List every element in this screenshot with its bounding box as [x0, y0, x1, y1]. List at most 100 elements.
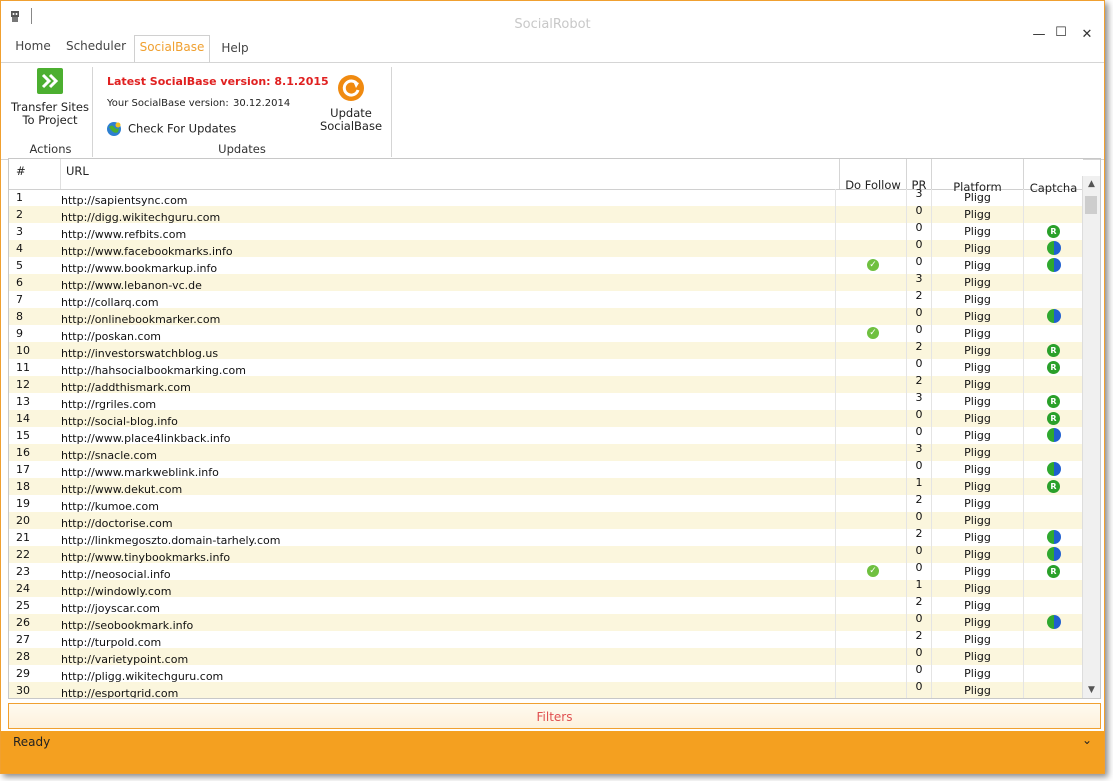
captcha-solver-icon [1046, 530, 1061, 544]
scroll-down-arrow[interactable]: ▼ [1083, 682, 1100, 698]
forward-icon [37, 68, 63, 94]
row-number: 22 [16, 548, 30, 561]
row-url-text: http://esportgrid.com [61, 687, 179, 699]
header-platform[interactable]: Platform [932, 159, 1024, 194]
vertical-scrollbar[interactable]: ▲ ▼ [1082, 176, 1100, 698]
row-url[interactable]: http://digg.wikitechguru.com [61, 206, 836, 224]
row-url[interactable]: http://snacle.com [61, 444, 836, 462]
row-url[interactable]: http://linkmegoszto.domain-tarhely.com [61, 529, 836, 547]
row-number: 21 [16, 531, 30, 544]
row-do-follow [840, 308, 907, 325]
row-url[interactable]: http://doctorise.com [61, 512, 836, 530]
row-number: 11 [16, 361, 30, 374]
row-url[interactable]: http://turpold.com [61, 631, 836, 649]
row-do-follow [840, 427, 907, 444]
header-number[interactable]: # [9, 159, 61, 189]
row-url[interactable]: http://varietypoint.com [61, 648, 836, 666]
row-captcha [1024, 427, 1083, 444]
table-row[interactable]: 30 http://esportgrid.com 0 Pligg [9, 678, 1083, 699]
filters-panel[interactable]: Filters [8, 703, 1101, 729]
row-url[interactable]: http://rgriles.com [61, 393, 836, 411]
row-url[interactable]: http://windowly.com [61, 580, 836, 598]
row-captcha: R [1024, 563, 1083, 580]
row-url[interactable]: http://poskan.com [61, 325, 836, 343]
header-captcha[interactable]: Captcha [1024, 159, 1083, 195]
do-follow-check-icon: ✓ [867, 327, 879, 339]
row-captcha [1024, 580, 1083, 597]
row-captcha: R [1024, 478, 1083, 495]
row-captcha [1024, 257, 1083, 274]
row-captcha: R [1024, 342, 1083, 359]
row-url[interactable]: http://seobookmark.info [61, 614, 836, 632]
row-platform: Pligg [932, 614, 1024, 631]
row-do-follow [840, 546, 907, 563]
row-platform: Pligg [932, 308, 1024, 325]
row-platform: Pligg [932, 495, 1024, 512]
row-url[interactable]: http://kumoe.com [61, 495, 836, 513]
row-number: 13 [16, 395, 30, 408]
row-url[interactable]: http://neosocial.info [61, 563, 836, 581]
row-do-follow [840, 529, 907, 546]
row-number: 15 [16, 429, 30, 442]
row-do-follow: ✓ [840, 563, 907, 580]
row-captcha [1024, 461, 1083, 478]
row-url[interactable]: http://addthismark.com [61, 376, 836, 394]
row-number: 25 [16, 599, 30, 612]
header-do-follow[interactable]: Do Follow [840, 159, 907, 192]
row-do-follow [840, 291, 907, 308]
row-url[interactable]: http://investorswatchblog.us [61, 342, 836, 360]
tab-socialbase[interactable]: SocialBase [134, 35, 210, 63]
header-pr[interactable]: PR [907, 159, 932, 192]
row-url[interactable]: http://onlinebookmarker.com [61, 308, 836, 326]
scroll-thumb[interactable] [1085, 196, 1097, 214]
recaptcha-icon: R [1047, 564, 1060, 578]
row-do-follow [840, 648, 907, 665]
row-do-follow [840, 512, 907, 529]
row-url[interactable]: http://pligg.wikitechguru.com [61, 665, 836, 683]
row-captcha [1024, 325, 1083, 342]
title-bar: SocialRobot — ☐ ✕ [1, 1, 1104, 42]
row-url[interactable]: http://www.dekut.com [61, 478, 836, 496]
header-url[interactable]: URL [61, 159, 840, 189]
row-url[interactable]: http://sapientsync.com [61, 189, 836, 207]
row-platform: Pligg [932, 529, 1024, 546]
row-platform: Pligg [932, 240, 1024, 257]
row-url[interactable]: http://collarq.com [61, 291, 836, 309]
recaptcha-icon: R [1047, 479, 1060, 493]
row-number: 23 [16, 565, 30, 578]
row-url[interactable]: http://www.bookmarkup.info [61, 257, 836, 275]
row-captcha [1024, 529, 1083, 546]
tab-scheduler[interactable]: Scheduler [63, 35, 129, 61]
row-number: 24 [16, 582, 30, 595]
row-url[interactable]: http://esportgrid.com [61, 682, 836, 699]
scroll-up-arrow[interactable]: ▲ [1083, 176, 1100, 192]
row-captcha: R [1024, 359, 1083, 376]
tab-help[interactable]: Help [215, 37, 255, 63]
row-captcha [1024, 648, 1083, 665]
expand-chevron-icon[interactable]: ⌄ [1082, 733, 1092, 747]
row-url[interactable]: http://joyscar.com [61, 597, 836, 615]
row-captcha [1024, 665, 1083, 682]
row-do-follow [840, 597, 907, 614]
tab-home[interactable]: Home [9, 35, 57, 61]
row-url[interactable]: http://www.markweblink.info [61, 461, 836, 479]
row-number: 3 [16, 225, 23, 238]
row-url[interactable]: http://www.place4linkback.info [61, 427, 836, 445]
row-do-follow [840, 189, 907, 206]
row-number: 29 [16, 667, 30, 680]
row-url[interactable]: http://social-blog.info [61, 410, 836, 428]
row-platform: Pligg [932, 478, 1024, 495]
row-url[interactable]: http://hahsocialbookmarking.com [61, 359, 836, 377]
row-number: 2 [16, 208, 23, 221]
row-url[interactable]: http://www.facebookmarks.info [61, 240, 836, 258]
update-socialbase-button[interactable]: Update SocialBase [313, 73, 389, 133]
row-url[interactable]: http://www.lebanon-vc.de [61, 274, 836, 292]
latest-version-text: Latest SocialBase version: 8.1.2015 [107, 75, 329, 88]
row-captcha [1024, 631, 1083, 648]
row-captcha: R [1024, 223, 1083, 240]
row-url[interactable]: http://www.refbits.com [61, 223, 836, 241]
row-captcha: R [1024, 393, 1083, 410]
transfer-sites-button[interactable]: Transfer Sites To Project [9, 65, 91, 127]
check-for-updates-button[interactable]: Check For Updates [106, 121, 236, 137]
row-url[interactable]: http://www.tinybookmarks.info [61, 546, 836, 564]
